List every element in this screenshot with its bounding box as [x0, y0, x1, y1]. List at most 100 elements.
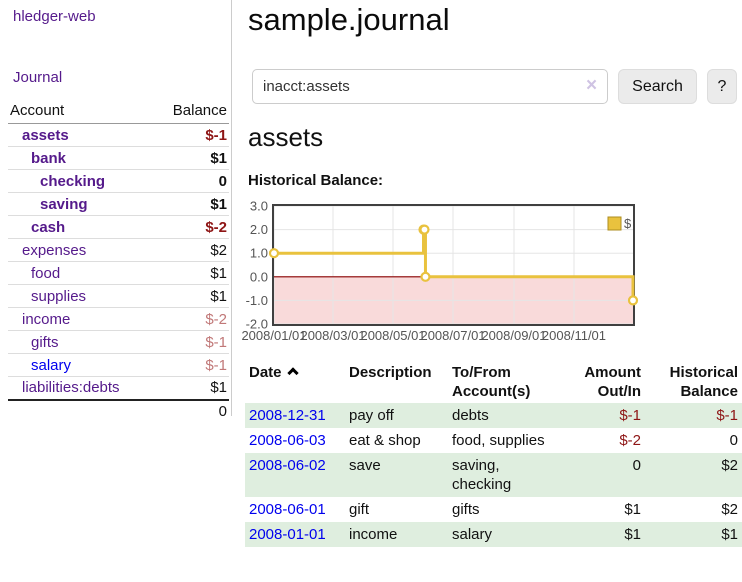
- data-point-marker: [420, 226, 428, 234]
- chart-heading: Historical Balance:: [248, 172, 383, 189]
- account-balance: $-1: [154, 124, 229, 147]
- nav-journal-link[interactable]: Journal: [13, 69, 62, 86]
- transaction-balance: $2: [645, 497, 742, 522]
- account-balance: $-1: [154, 331, 229, 354]
- account-balance: $-2: [154, 308, 229, 331]
- y-axis-tick-label: 2.0: [250, 222, 268, 237]
- register-row: 2008-06-01 giftgifts$1$2: [245, 497, 742, 522]
- y-axis-tick-label: 1.0: [250, 246, 268, 261]
- account-link[interactable]: saving: [40, 196, 88, 213]
- account-link[interactable]: income: [22, 311, 70, 328]
- transaction-date-link[interactable]: 2008-06-02: [249, 457, 326, 474]
- transaction-description: gift: [345, 497, 448, 522]
- account-balance: $-2: [154, 216, 229, 239]
- account-total-balance: 0: [154, 400, 229, 423]
- account-link[interactable]: checking: [40, 173, 105, 190]
- legend-swatch: [608, 217, 621, 230]
- account-link[interactable]: expenses: [22, 242, 86, 259]
- account-link[interactable]: food: [31, 265, 60, 282]
- x-axis-tick-label: 2008/07/01: [420, 328, 485, 343]
- x-axis-tick-label: 2008/11/01: [542, 328, 606, 343]
- account-table: Account Balance assets $-1 bank $1 checking 0…: [8, 100, 229, 423]
- register-header-description: Description: [345, 361, 448, 403]
- search-button[interactable]: Search: [618, 69, 697, 104]
- register-row: 2008-01-01incomesalary$1$1: [245, 522, 742, 547]
- transaction-accounts: saving, checking: [448, 453, 566, 497]
- account-balance: $1: [154, 193, 229, 216]
- y-axis-tick-label: -1.0: [246, 293, 268, 308]
- transaction-accounts: debts: [448, 403, 566, 428]
- transaction-balance: $-1: [645, 403, 742, 428]
- account-row: liabilities:debts $1: [8, 377, 229, 400]
- transaction-amount: 0: [566, 453, 645, 497]
- account-balance: $1: [154, 147, 229, 170]
- transaction-accounts: food, supplies: [448, 428, 566, 453]
- transaction-date-link[interactable]: 2008-06-03: [249, 432, 326, 449]
- search-input[interactable]: [252, 69, 608, 104]
- account-row: salary $-1: [8, 354, 229, 377]
- register-header-row: Date Description To/From Account(s) Amou…: [245, 361, 742, 403]
- transaction-description: income: [345, 522, 448, 547]
- data-point-marker: [629, 296, 637, 304]
- account-table-body: assets$-1bank$1checking0saving$1cash$-2e…: [8, 124, 229, 400]
- account-balance: $2: [154, 239, 229, 262]
- register-row: 2008-06-03eat & shopfood, supplies$-20: [245, 428, 742, 453]
- register-row: 2008-06-02 savesaving, checking0$2: [245, 453, 742, 497]
- x-axis-tick-label: 2008/03/01: [300, 328, 365, 343]
- transaction-amount: $1: [566, 497, 645, 522]
- account-link[interactable]: salary: [31, 357, 71, 374]
- y-axis-tick-label: 0.0: [250, 269, 268, 284]
- account-row: income $-2: [8, 308, 229, 331]
- clear-search-icon[interactable]: ×: [586, 75, 597, 97]
- legend-label: $: [624, 216, 632, 231]
- register-header-tofrom: To/From Account(s): [448, 361, 566, 403]
- register-header-amount: Amount Out/In: [566, 361, 645, 403]
- transaction-date-link[interactable]: 2008-06-01: [249, 501, 326, 518]
- y-axis-tick-label: 3.0: [250, 200, 268, 214]
- brand-link[interactable]: hledger-web: [13, 8, 96, 25]
- transaction-amount: $1: [566, 522, 645, 547]
- account-row: saving $1: [8, 193, 229, 216]
- transaction-date-link[interactable]: 2008-12-31: [249, 407, 326, 424]
- transaction-balance: $2: [645, 453, 742, 497]
- transaction-description: save: [345, 453, 448, 497]
- transaction-accounts: salary: [448, 522, 566, 547]
- transaction-amount: $-2: [566, 428, 645, 453]
- sort-ascending-icon: [287, 367, 298, 378]
- account-link[interactable]: bank: [31, 150, 66, 167]
- sidebar-divider: [231, 0, 232, 416]
- account-table-header: Account Balance: [8, 100, 229, 124]
- account-row: expenses $2: [8, 239, 229, 262]
- account-row: assets $-1: [8, 124, 229, 147]
- x-axis-tick-label: 2008/09/01: [481, 328, 546, 343]
- register-header-date[interactable]: Date: [245, 361, 345, 403]
- register-table: Date Description To/From Account(s) Amou…: [245, 361, 742, 547]
- account-row: gifts $-1: [8, 331, 229, 354]
- data-point-marker: [421, 273, 429, 281]
- account-balance: $1: [154, 262, 229, 285]
- account-link[interactable]: cash: [31, 219, 65, 236]
- balance-column-header: Balance: [154, 100, 229, 124]
- register-header-balance: Historical Balance: [645, 361, 742, 403]
- account-heading: assets: [248, 122, 323, 153]
- account-total-row: 0: [8, 400, 229, 423]
- transaction-date-link[interactable]: 2008-01-01: [249, 526, 326, 543]
- account-row: supplies$1: [8, 285, 229, 308]
- transaction-accounts: gifts: [448, 497, 566, 522]
- account-balance: $1: [154, 377, 229, 400]
- page-title: sample.journal: [248, 2, 450, 38]
- help-button[interactable]: ?: [707, 69, 737, 104]
- historical-balance-chart: $3.02.01.00.0-1.0-2.02008/01/012008/03/0…: [240, 200, 742, 345]
- account-row: checking 0: [8, 170, 229, 193]
- account-link[interactable]: supplies: [31, 288, 86, 305]
- account-row: bank $1: [8, 147, 229, 170]
- register-row: 2008-12-31pay offdebts$-1$-1: [245, 403, 742, 428]
- account-link[interactable]: liabilities:debts: [22, 379, 120, 396]
- account-balance: $-1: [154, 354, 229, 377]
- account-link[interactable]: gifts: [31, 334, 59, 351]
- account-row: food $1: [8, 262, 229, 285]
- account-row: cash $-2: [8, 216, 229, 239]
- account-balance: 0: [154, 170, 229, 193]
- transaction-balance: $1: [645, 522, 742, 547]
- account-link[interactable]: assets: [22, 127, 69, 144]
